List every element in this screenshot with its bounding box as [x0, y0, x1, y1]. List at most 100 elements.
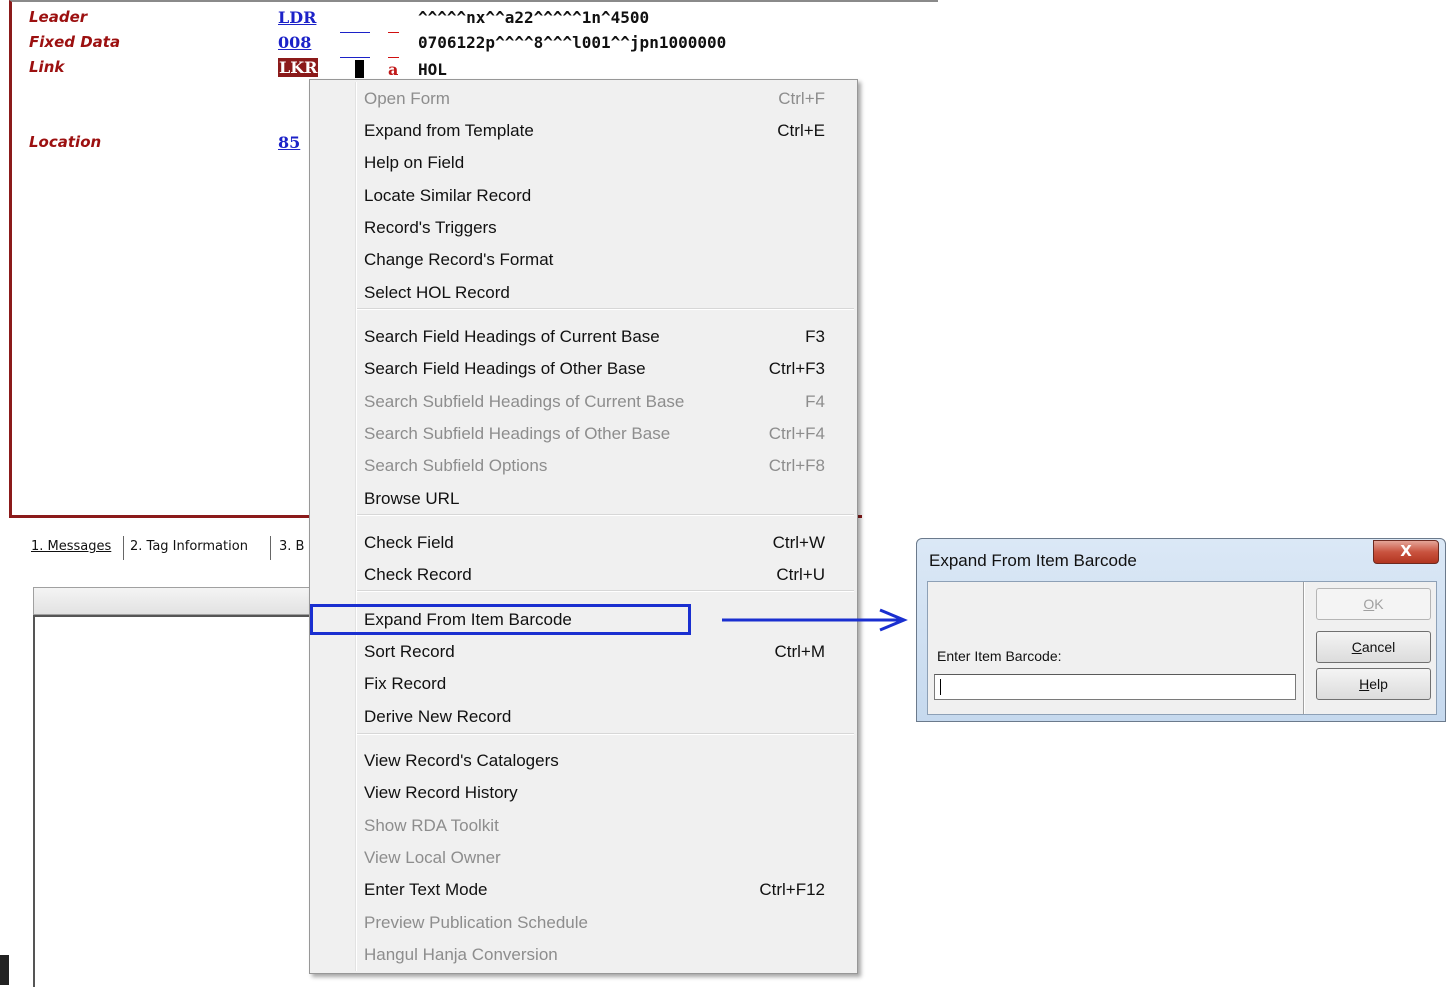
- tab-separator: [123, 536, 124, 560]
- messages-header: [33, 587, 325, 615]
- field-name-fixed-data: Fixed Data: [29, 33, 121, 51]
- menu-item-change-record-s-format[interactable]: Change Record's Format: [364, 244, 825, 276]
- menu-item-search-subfield-options[interactable]: Search Subfield Options Ctrl+F8: [364, 450, 825, 482]
- ok-mnemonic: O: [1363, 596, 1375, 612]
- menu-item-derive-new-record[interactable]: Derive New Record: [364, 701, 825, 733]
- menu-item-label: Browse URL: [364, 489, 460, 508]
- menu-item-view-record-history[interactable]: View Record History: [364, 777, 825, 809]
- menu-item-label: Check Field: [364, 533, 454, 552]
- menu-item-search-subfield-headings-of-current-base[interactable]: Search Subfield Headings of Current Base…: [364, 386, 825, 418]
- menu-item-label: Search Subfield Headings of Other Base: [364, 424, 671, 443]
- window-edge: [0, 955, 9, 985]
- menu-item-label: Help on Field: [364, 153, 465, 172]
- close-button[interactable]: X: [1373, 540, 1439, 564]
- indicator-2[interactable]: [388, 57, 399, 58]
- menu-item-show-rda-toolkit[interactable]: Show RDA Toolkit: [364, 810, 825, 842]
- menu-item-label: View Record History: [364, 783, 518, 802]
- field-tag-ldr[interactable]: LDR: [278, 8, 316, 27]
- menu-item-label: Sort Record: [364, 642, 455, 661]
- menu-item-shortcut: Ctrl+F8: [768, 456, 825, 475]
- menu-item-open-form[interactable]: Open Form Ctrl+F: [364, 83, 825, 115]
- menu-item-check-record[interactable]: Check Record Ctrl+U: [364, 559, 825, 591]
- text-caret: [940, 679, 941, 695]
- menu-item-shortcut: Ctrl+U: [776, 565, 825, 584]
- menu-item-label: View Record's Catalogers: [364, 751, 559, 770]
- menu-item-expand-from-template[interactable]: Expand from Template Ctrl+E: [364, 115, 825, 147]
- tab-tag-information[interactable]: 2. Tag Information: [126, 534, 252, 560]
- field-tag-location[interactable]: 85: [278, 133, 300, 152]
- indicator-1[interactable]: [340, 32, 370, 33]
- menu-item-label: Search Field Headings of Current Base: [364, 327, 660, 346]
- menu-item-sort-record[interactable]: Sort Record Ctrl+M: [364, 636, 825, 668]
- tab-messages[interactable]: 1. Messages: [27, 534, 115, 560]
- menu-item-label: Check Record: [364, 565, 472, 584]
- menu-item-hangul-hanja-conversion[interactable]: Hangul Hanja Conversion: [364, 939, 825, 971]
- menu-item-locate-similar-record[interactable]: Locate Similar Record: [364, 180, 825, 212]
- menu-item-label: Hangul Hanja Conversion: [364, 945, 558, 964]
- menu-item-select-hol-record[interactable]: Select HOL Record: [364, 277, 825, 309]
- menu-item-view-record-s-catalogers[interactable]: View Record's Catalogers: [364, 745, 825, 777]
- menu-item-label: Expand from Template: [364, 121, 534, 140]
- menu-item-search-subfield-headings-of-other-base[interactable]: Search Subfield Headings of Other Base Ct…: [364, 418, 825, 450]
- menu-item-label: Open Form: [364, 89, 450, 108]
- help-mnemonic: H: [1359, 676, 1370, 692]
- menu-item-label: View Local Owner: [364, 848, 501, 867]
- menu-item-shortcut: Ctrl+F3: [768, 359, 825, 378]
- field-value-fixed-data[interactable]: 0706122p^^^^8^^^l001^^jpn1000000: [418, 33, 726, 52]
- menu-item-label: Search Subfield Options: [364, 456, 548, 475]
- menu-separator: [357, 733, 854, 735]
- menu-item-label: Select HOL Record: [364, 283, 510, 302]
- indicator-2[interactable]: [388, 32, 399, 33]
- messages-pane: [33, 615, 325, 987]
- menu-item-label: Fix Record: [364, 674, 447, 693]
- barcode-input[interactable]: [934, 674, 1296, 700]
- close-icon: X: [1400, 542, 1412, 560]
- menu-item-shortcut: Ctrl+F4: [768, 424, 825, 443]
- dialog-body: Enter Item Barcode: OK Cancel Help: [927, 581, 1437, 715]
- menu-item-label: Preview Publication Schedule: [364, 913, 588, 932]
- menu-item-shortcut: Ctrl+E: [777, 121, 825, 140]
- field-value-link[interactable]: HOL: [418, 60, 447, 79]
- menu-item-record-s-triggers[interactable]: Record's Triggers: [364, 212, 825, 244]
- menu-item-label: Search Subfield Headings of Current Base: [364, 392, 685, 411]
- ok-button[interactable]: OK: [1316, 588, 1431, 620]
- field-tag-008[interactable]: 008: [278, 33, 311, 52]
- expand-barcode-dialog: Expand From Item Barcode X Enter Item Ba…: [916, 538, 1446, 722]
- barcode-label: Enter Item Barcode:: [937, 648, 1062, 664]
- tab-separator: [270, 536, 271, 560]
- help-button[interactable]: Help: [1316, 668, 1431, 700]
- field-name-location: Location: [29, 133, 102, 151]
- menu-item-shortcut: F3: [805, 327, 825, 346]
- cancel-mnemonic: C: [1351, 639, 1362, 655]
- indicator-1[interactable]: [340, 57, 370, 58]
- menu-item-browse-url[interactable]: Browse URL: [364, 483, 825, 515]
- field-value-leader[interactable]: ^^^^^nx^^a22^^^^^1n^4500: [418, 8, 649, 27]
- menu-item-shortcut: Ctrl+W: [772, 533, 825, 552]
- help-label: elp: [1369, 676, 1388, 692]
- menu-item-preview-publication-schedule[interactable]: Preview Publication Schedule: [364, 907, 825, 939]
- menu-item-label: Enter Text Mode: [364, 880, 488, 899]
- menu-item-check-field[interactable]: Check Field Ctrl+W: [364, 527, 825, 559]
- menu-item-shortcut: Ctrl+M: [774, 642, 825, 661]
- subfield-code[interactable]: a: [388, 60, 398, 79]
- ok-label: K: [1374, 596, 1384, 612]
- menu-item-label: Show RDA Toolkit: [364, 816, 499, 835]
- menu-item-shortcut: Ctrl+F12: [759, 880, 825, 899]
- field-name-leader: Leader: [29, 8, 88, 26]
- dialog-title: Expand From Item Barcode: [929, 551, 1137, 570]
- menu-item-label: Search Field Headings of Other Base: [364, 359, 646, 378]
- menu-item-view-local-owner[interactable]: View Local Owner: [364, 842, 825, 874]
- menu-item-search-field-headings-of-current-base[interactable]: Search Field Headings of Current Base F3: [364, 321, 825, 353]
- field-tag-lkr[interactable]: LKR: [278, 58, 319, 77]
- cancel-button[interactable]: Cancel: [1316, 631, 1431, 663]
- menu-item-shortcut: Ctrl+F: [778, 89, 825, 108]
- cancel-label: ancel: [1361, 639, 1396, 655]
- highlight-box: [310, 604, 691, 635]
- menu-item-enter-text-mode[interactable]: Enter Text Mode Ctrl+F12: [364, 874, 825, 906]
- tab-third[interactable]: 3. B: [275, 534, 308, 560]
- menu-item-fix-record[interactable]: Fix Record: [364, 668, 825, 700]
- menu-item-help-on-field[interactable]: Help on Field: [364, 147, 825, 179]
- menu-item-search-field-headings-of-other-base[interactable]: Search Field Headings of Other Base Ctrl+…: [364, 353, 825, 385]
- field-name-link: Link: [29, 58, 65, 76]
- arrow-right-icon: [722, 608, 908, 632]
